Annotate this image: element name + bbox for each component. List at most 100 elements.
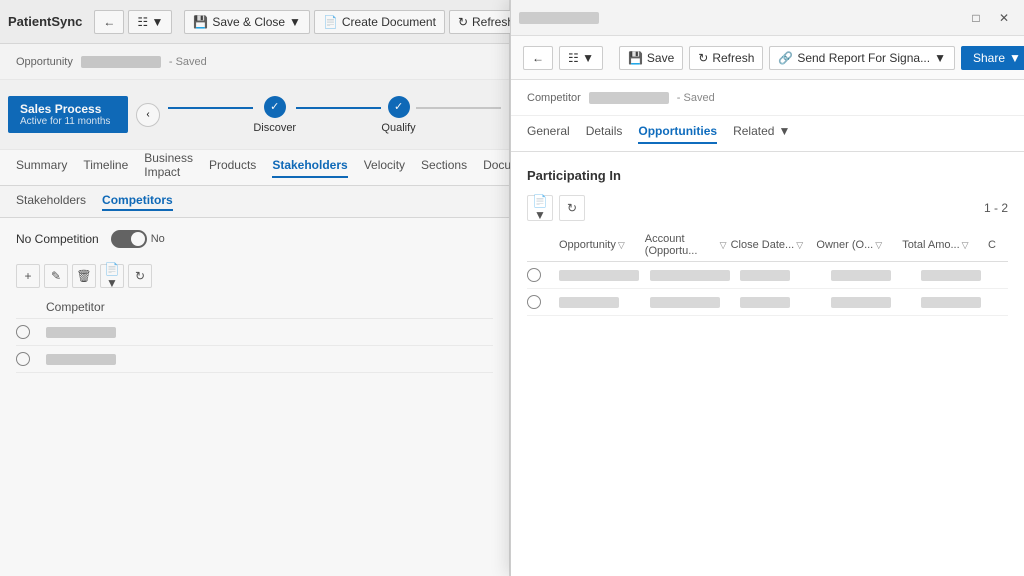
row-radio-2[interactable] — [16, 352, 46, 366]
radio-2[interactable] — [16, 352, 30, 366]
refresh-list-button[interactable]: ↻ — [128, 264, 152, 288]
competitor-name-2 — [46, 354, 116, 365]
tab-general[interactable]: General — [527, 124, 570, 144]
share-chevron-icon: ▼ — [1009, 51, 1021, 65]
opp-filter-icon[interactable]: ▽ — [618, 240, 625, 251]
save-chevron: ▼ — [289, 15, 301, 29]
subtabs: Stakeholders Competitors — [0, 186, 509, 218]
delete-button[interactable]: 🗑 — [72, 264, 96, 288]
grid-row2-total — [921, 297, 1008, 308]
doc-dropdown-button[interactable]: 📄▼ — [100, 264, 124, 288]
toggle-container[interactable]: No — [111, 230, 165, 248]
add-competitor-button[interactable]: + — [16, 264, 40, 288]
grid-row1-owner — [831, 270, 918, 281]
tab-details[interactable]: Details — [586, 124, 623, 144]
qualify-circle: ✓ — [388, 96, 410, 118]
right-title-bar: □ ✕ — [511, 0, 1024, 36]
back-button[interactable]: ← — [94, 10, 124, 34]
tab-opportunities[interactable]: Opportunities — [638, 124, 717, 144]
grid-row1-total — [921, 270, 1008, 281]
views-button[interactable]: ☷ ▼ — [128, 10, 172, 34]
right-refresh-button[interactable]: ↻ Refresh — [689, 46, 763, 70]
right-panel: □ ✕ ← ☷ ▼ 💾 Save ↻ Refresh 🔗 Send Report… — [510, 0, 1024, 576]
row-radio-1[interactable] — [16, 325, 46, 339]
send-report-button[interactable]: 🔗 Send Report For Signa... ▼ — [769, 46, 955, 70]
right-refresh-icon: ↻ — [698, 51, 708, 65]
edit-button[interactable]: ✎ — [44, 264, 68, 288]
acc-filter-icon[interactable]: ▽ — [720, 240, 727, 251]
grid-col-c: C — [988, 239, 1008, 251]
tab-business-impact[interactable]: Business Impact — [144, 151, 193, 185]
right-record-name — [589, 92, 669, 104]
total-blur-1 — [921, 270, 981, 281]
owner-filter-icon[interactable]: ▽ — [875, 240, 882, 251]
right-views-button[interactable]: ☷ ▼ — [559, 46, 603, 70]
tab-products[interactable]: Products — [209, 158, 256, 178]
radio-1[interactable] — [16, 325, 30, 339]
competitors-header: Competitor — [16, 296, 493, 319]
discover-label: Discover — [253, 122, 296, 134]
tab-velocity[interactable]: Velocity — [364, 158, 405, 178]
competitor-name-1 — [46, 327, 116, 338]
nav-tabs: Summary Timeline Business Impact Product… — [0, 150, 509, 186]
grid-radio-1[interactable] — [527, 268, 541, 282]
grid-toolbar: 📄▼ ↻ 1 - 2 — [527, 195, 1008, 221]
left-content: No Competition No + ✎ 🗑 📄▼ ↻ Competitor — [0, 218, 509, 385]
opp-blur-2 — [559, 297, 619, 308]
doc-icon: 📄 — [323, 15, 338, 29]
grid-col-owner: Owner (O... ▽ — [816, 239, 898, 251]
save-close-button[interactable]: 💾 Save & Close ▼ — [184, 10, 310, 34]
grid-col-account: Account (Opportu... ▽ — [645, 233, 727, 257]
total-filter-icon[interactable]: ▽ — [962, 240, 969, 251]
right-save-button[interactable]: 💾 Save — [619, 46, 683, 70]
grid-row2-opp — [559, 297, 646, 308]
right-tabs: General Details Opportunities Related ▼ — [511, 116, 1024, 152]
send-icon: 🔗 — [778, 51, 793, 65]
tab-sections[interactable]: Sections — [421, 158, 467, 178]
tab-timeline[interactable]: Timeline — [83, 158, 128, 178]
acc-blur-2 — [650, 297, 720, 308]
close-panel-button[interactable]: ✕ — [992, 6, 1016, 30]
subtab-competitors[interactable]: Competitors — [102, 193, 173, 211]
table-row — [527, 289, 1008, 316]
grid-row2-radio[interactable] — [527, 295, 555, 309]
share-button[interactable]: Share ▼ — [961, 46, 1024, 70]
saved-label: - Saved — [169, 56, 207, 68]
process-chevron[interactable]: ‹ — [136, 103, 160, 127]
no-competition-label: No Competition — [16, 232, 99, 246]
sales-process-title: Sales Process — [20, 102, 116, 116]
tab-summary[interactable]: Summary — [16, 158, 67, 178]
right-record-bar: Competitor - Saved — [511, 80, 1024, 116]
date-filter-icon[interactable]: ▽ — [796, 240, 803, 251]
left-toolbar: PatientSync ← ☷ ▼ 💾 Save & Close ▼ 📄 Cre… — [0, 0, 509, 44]
step-line — [168, 107, 253, 109]
left-panel: PatientSync ← ☷ ▼ 💾 Save & Close ▼ 📄 Cre… — [0, 0, 510, 576]
right-content: Participating In 📄▼ ↻ 1 - 2 Opportunity … — [511, 152, 1024, 576]
send-chevron-icon: ▼ — [934, 51, 946, 65]
grid-row2-acc — [650, 297, 737, 308]
create-document-button[interactable]: 📄 Create Document — [314, 10, 445, 34]
tab-stakeholders[interactable]: Stakeholders — [272, 158, 347, 178]
toggle-value: No — [151, 233, 165, 245]
grid-new-button[interactable]: 📄▼ — [527, 195, 553, 221]
expand-button[interactable]: □ — [964, 6, 988, 30]
right-title-blur — [519, 12, 599, 24]
grid-count: 1 - 2 — [984, 201, 1008, 215]
subtab-stakeholders[interactable]: Stakeholders — [16, 193, 86, 211]
table-row — [16, 346, 493, 373]
right-toolbar: ← ☷ ▼ 💾 Save ↻ Refresh 🔗 Send Report For… — [511, 36, 1024, 80]
step-discover: ✓ Discover — [253, 96, 296, 134]
grid-row1-radio[interactable] — [527, 268, 555, 282]
acc-blur-1 — [650, 270, 730, 281]
app-title: PatientSync — [8, 14, 82, 29]
opp-blur-1 — [559, 270, 639, 281]
grid-radio-2[interactable] — [527, 295, 541, 309]
grid-col-close-date: Close Date... ▽ — [731, 239, 813, 251]
section-title: Participating In — [527, 168, 1008, 183]
tab-related[interactable]: Related ▼ — [733, 124, 790, 144]
right-back-button[interactable]: ← — [523, 46, 553, 70]
toggle-track[interactable] — [111, 230, 147, 248]
owner-blur-2 — [831, 297, 891, 308]
right-record-type: Competitor — [527, 92, 581, 104]
grid-refresh-button[interactable]: ↻ — [559, 195, 585, 221]
